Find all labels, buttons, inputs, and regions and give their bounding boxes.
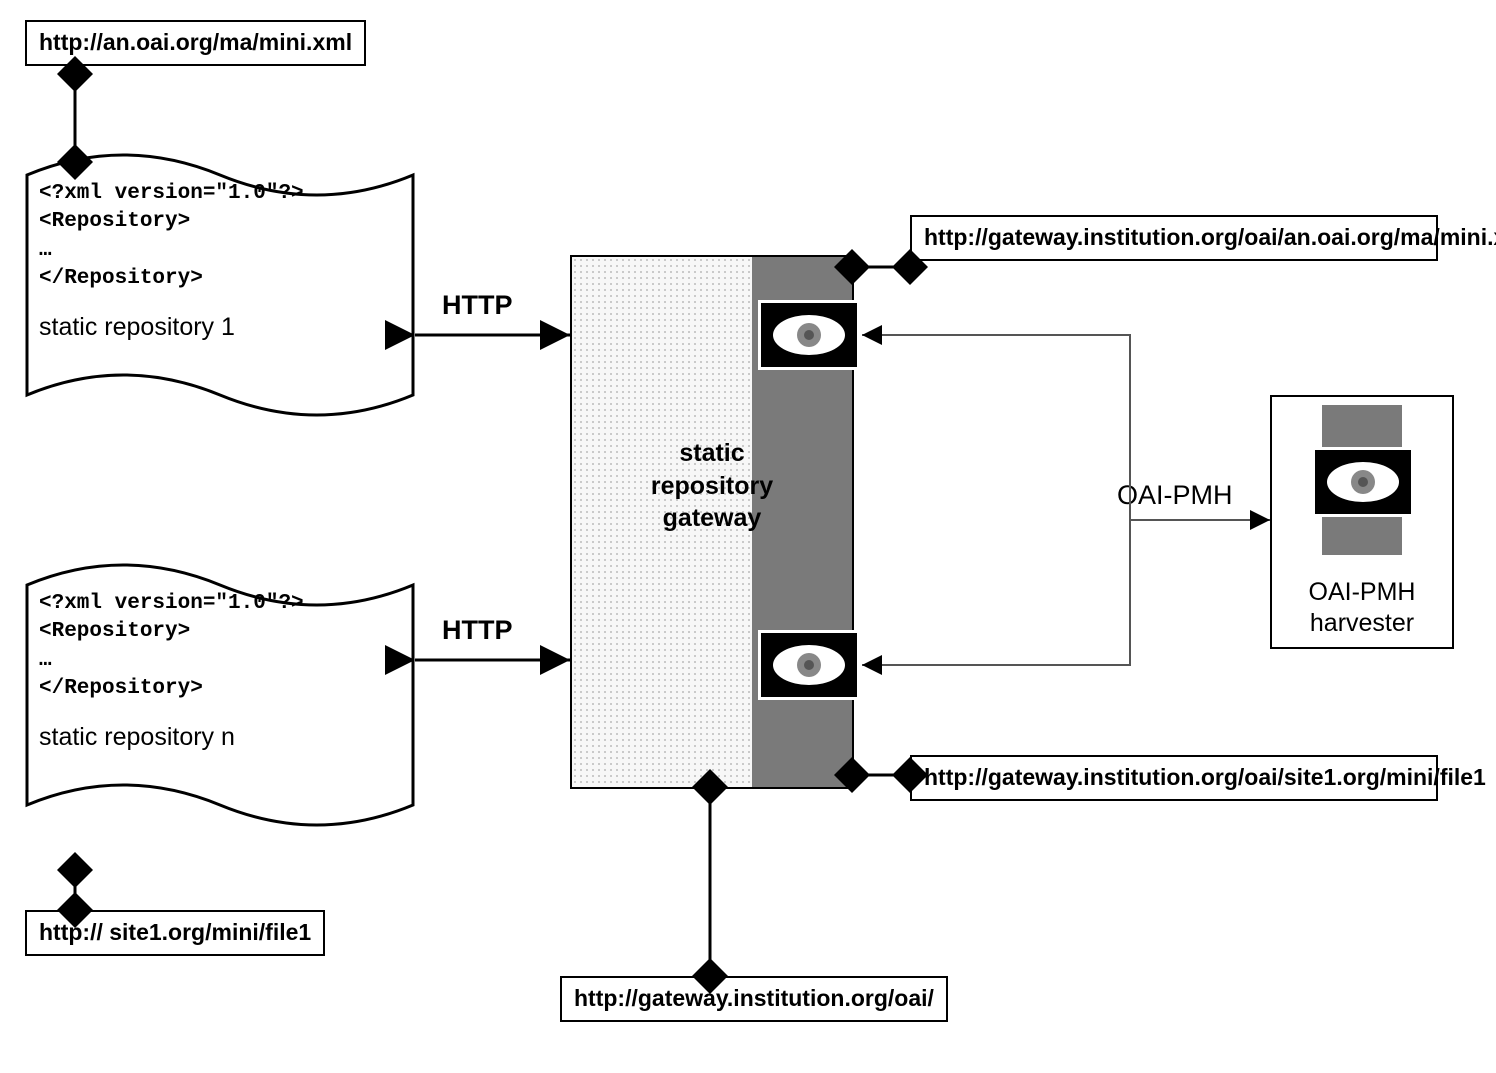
eye-icon [1312, 447, 1414, 517]
document-repo1: <?xml version="1.0"?> <Repository> … </R… [25, 150, 415, 420]
eye-icon [758, 300, 860, 370]
xml-line: <Repository> [39, 208, 401, 236]
xml-line: <?xml version="1.0"?> [39, 590, 401, 618]
url-box-gateway-repo1: http://gateway.institution.org/oai/an.oa… [910, 215, 1438, 261]
url-box-repon: http:// site1.org/mini/file1 [25, 910, 325, 956]
xml-line: <Repository> [39, 618, 401, 646]
eye-icon [758, 630, 860, 700]
doc-caption: static repository 1 [39, 311, 401, 345]
harvester-label: OAI-PMH harvester [1272, 577, 1452, 640]
doc-caption: static repository n [39, 721, 401, 755]
xml-line: … [39, 237, 401, 265]
xml-line: … [39, 647, 401, 675]
url-text: http://gateway.institution.org/oai/an.oa… [924, 224, 1496, 250]
edge-label-http: HTTP [440, 615, 515, 646]
oai-pmh-harvester: OAI-PMH harvester [1270, 395, 1454, 649]
url-box-repo1: http://an.oai.org/ma/mini.xml [25, 20, 366, 66]
edge-label-http: HTTP [440, 290, 515, 321]
xml-line: </Repository> [39, 265, 401, 293]
document-repon: <?xml version="1.0"?> <Repository> … </R… [25, 560, 415, 830]
xml-line: </Repository> [39, 675, 401, 703]
url-box-gateway-base: http://gateway.institution.org/oai/ [560, 976, 948, 1022]
url-text: http://gateway.institution.org/oai/ [574, 985, 934, 1011]
edge-label-oaipmh: OAI-PMH [1115, 480, 1235, 511]
url-text: http:// site1.org/mini/file1 [39, 919, 311, 945]
url-text: http://gateway.institution.org/oai/site1… [924, 764, 1486, 790]
xml-line: <?xml version="1.0"?> [39, 180, 401, 208]
gateway-label: static repository gateway [572, 437, 852, 535]
url-box-gateway-repon: http://gateway.institution.org/oai/site1… [910, 755, 1438, 801]
url-text: http://an.oai.org/ma/mini.xml [39, 29, 352, 55]
